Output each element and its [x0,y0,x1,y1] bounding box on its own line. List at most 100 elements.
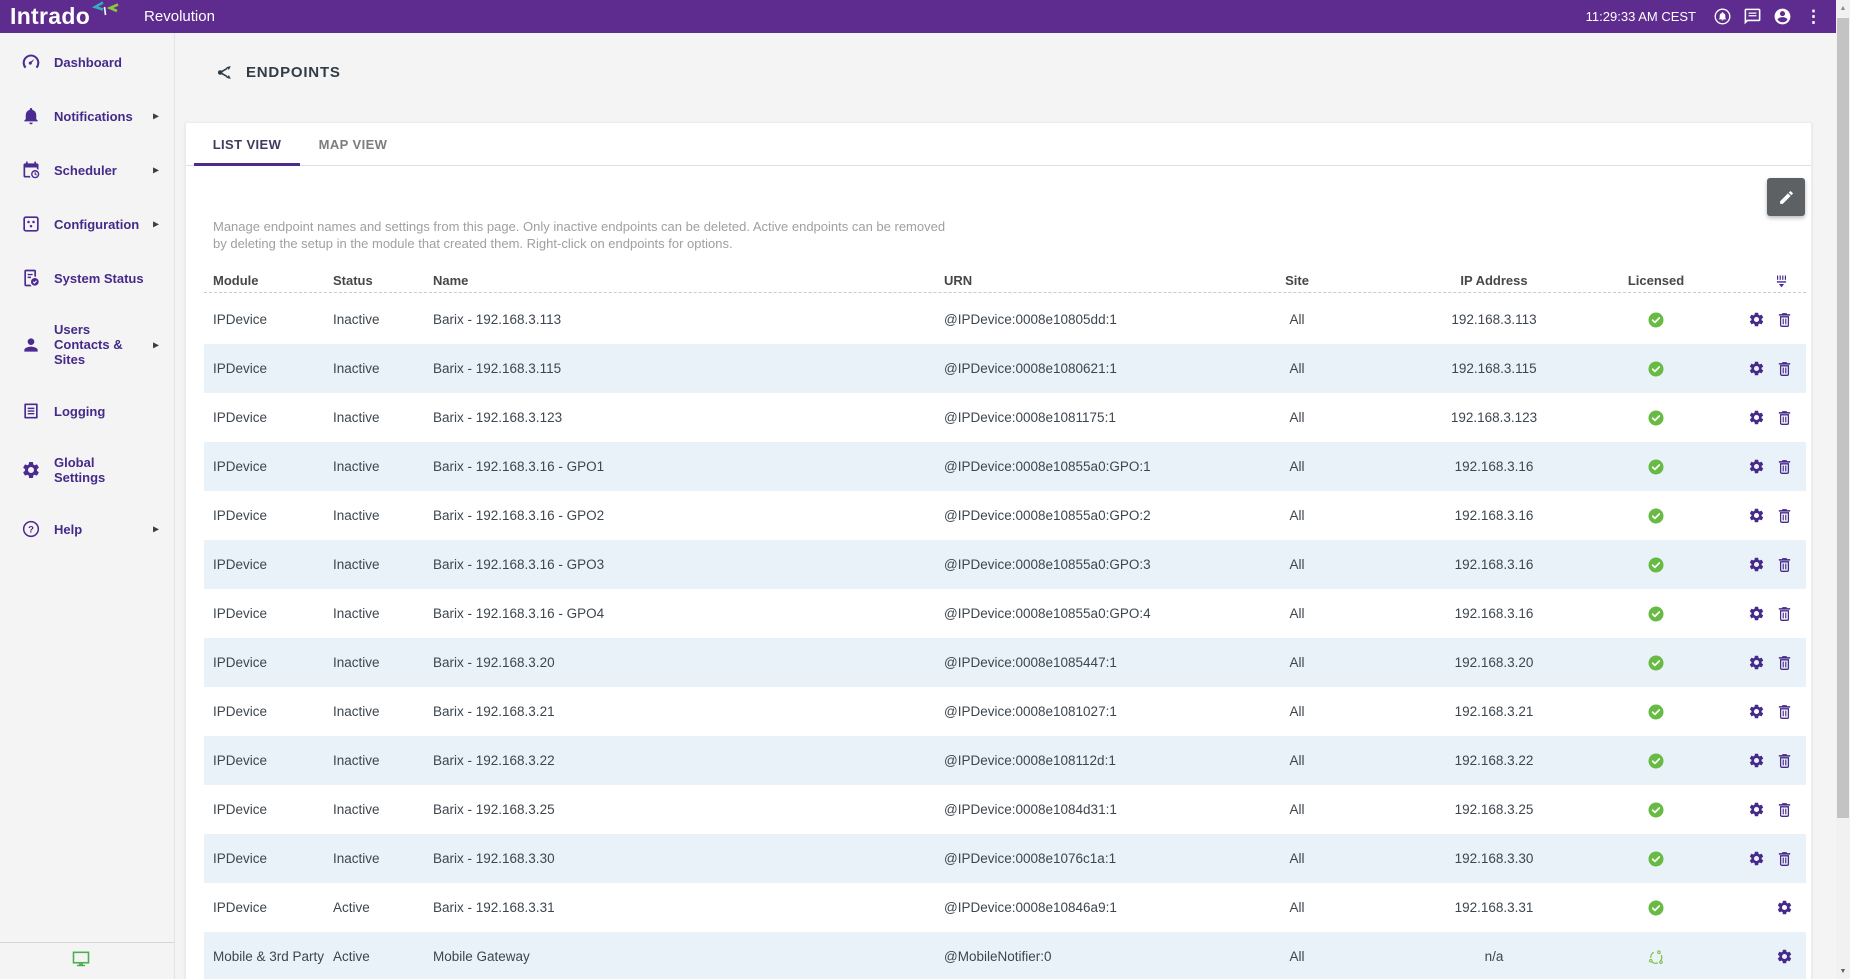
delete-trash-icon[interactable] [1776,850,1793,867]
settings-gear-icon[interactable] [1748,360,1765,377]
cell-module: IPDevice [204,802,333,818]
account-icon[interactable] [1773,7,1792,26]
column-header-urn[interactable]: URN [944,271,1197,291]
delete-trash-icon[interactable] [1776,703,1793,720]
sidebar-item-configuration[interactable]: Configuration ▸ [0,197,174,251]
column-header-site[interactable]: Site [1197,271,1397,291]
delete-trash-icon[interactable] [1776,605,1793,622]
alarm-icon[interactable] [1713,7,1732,26]
sidebar-item-label: Global Settings [54,455,148,485]
scrollbar-thumb[interactable] [1837,18,1849,818]
sidebar-item-label: System Status [54,271,144,286]
settings-gear-icon[interactable] [1748,703,1765,720]
cell-licensed [1591,311,1721,329]
settings-gear-icon[interactable] [1776,948,1793,965]
sidebar-item-global-settings[interactable]: Global Settings [0,438,174,502]
delete-trash-icon[interactable] [1776,752,1793,769]
table-row[interactable]: IPDevice Inactive Barix - 192.168.3.16 -… [204,589,1806,638]
feedback-icon[interactable] [1743,7,1762,26]
intrado-logo[interactable]: Intrado [10,0,120,33]
cell-name: Barix - 192.168.3.16 - GPO2 [433,508,944,523]
settings-gear-icon[interactable] [1748,850,1765,867]
delete-trash-icon[interactable] [1776,311,1793,328]
column-picker-icon[interactable] [1773,273,1790,290]
sidebar-item-label: Help [54,522,82,537]
sidebar-item-scheduler[interactable]: Scheduler ▸ [0,143,174,197]
cell-licensed [1591,458,1721,476]
sidebar-nav: Dashboard Notifications ▸ Scheduler ▸ Co… [0,33,174,556]
table-row[interactable]: IPDevice Inactive Barix - 192.168.3.30 @… [204,834,1806,883]
cell-status: Inactive [333,704,433,719]
table-row[interactable]: Mobile & 3rd Party Active Mobile Gateway… [204,932,1806,979]
settings-gear-icon[interactable] [1748,605,1765,622]
settings-gear-icon[interactable] [1776,899,1793,916]
cell-status: Inactive [333,312,433,327]
column-header-ip[interactable]: IP Address [1397,271,1591,291]
settings-gear-icon[interactable] [1748,507,1765,524]
delete-trash-icon[interactable] [1776,507,1793,524]
cell-site: All [1197,900,1397,915]
cell-status: Active [333,900,433,915]
settings-gear-icon[interactable] [1748,752,1765,769]
cell-name: Barix - 192.168.3.16 - GPO1 [433,459,944,474]
tab-map-view[interactable]: MAP VIEW [300,123,406,165]
settings-gear-icon[interactable] [1748,654,1765,671]
table-row[interactable]: IPDevice Active Barix - 192.168.3.31 @IP… [204,883,1806,932]
sidebar-divider [0,942,174,943]
table-row[interactable]: IPDevice Inactive Barix - 192.168.3.21 @… [204,687,1806,736]
description-line-2: by deleting the setup in the module that… [213,236,945,253]
delete-trash-icon[interactable] [1776,556,1793,573]
table-row[interactable]: IPDevice Inactive Barix - 192.168.3.16 -… [204,442,1806,491]
delete-trash-icon[interactable] [1776,801,1793,818]
share-icon [216,63,235,82]
licensed-status-icon [1647,409,1665,427]
cell-urn: @IPDevice:0008e10805dd:1 [944,312,1197,327]
sidebar-item-icon [21,460,41,480]
table-row[interactable]: IPDevice Inactive Barix - 192.168.3.20 @… [204,638,1806,687]
settings-gear-icon[interactable] [1748,458,1765,475]
monitor-icon[interactable] [70,949,92,969]
licensed-status-icon [1647,360,1665,378]
tab-label: MAP VIEW [319,137,388,152]
table-row[interactable]: IPDevice Inactive Barix - 192.168.3.16 -… [204,540,1806,589]
delete-trash-icon[interactable] [1776,409,1793,426]
sidebar-item-icon [21,519,41,539]
cell-licensed [1591,556,1721,574]
page-header: ENDPOINTS [216,63,341,82]
settings-gear-icon[interactable] [1748,311,1765,328]
scrollbar-up-arrow-icon[interactable]: ▲ [1836,0,1850,16]
cell-licensed [1591,948,1721,966]
settings-gear-icon[interactable] [1748,409,1765,426]
table-row[interactable]: IPDevice Inactive Barix - 192.168.3.22 @… [204,736,1806,785]
table-row[interactable]: IPDevice Inactive Barix - 192.168.3.16 -… [204,491,1806,540]
table-row[interactable]: IPDevice Inactive Barix - 192.168.3.123 … [204,393,1806,442]
settings-gear-icon[interactable] [1748,801,1765,818]
cell-status: Inactive [333,557,433,572]
cell-urn: @IPDevice:0008e10855a0:GPO:3 [944,557,1197,572]
table-row[interactable]: IPDevice Inactive Barix - 192.168.3.115 … [204,344,1806,393]
sidebar-item-dashboard[interactable]: Dashboard [0,35,174,89]
sidebar-item-notifications[interactable]: Notifications ▸ [0,89,174,143]
column-header-licensed[interactable]: Licensed [1591,271,1721,291]
delete-trash-icon[interactable] [1776,360,1793,377]
delete-trash-icon[interactable] [1776,654,1793,671]
column-header-name[interactable]: Name [433,271,944,291]
column-header-status[interactable]: Status [333,271,433,291]
licensed-status-icon [1647,458,1665,476]
table-row[interactable]: IPDevice Inactive Barix - 192.168.3.25 @… [204,785,1806,834]
scrollbar-down-arrow-icon[interactable]: ▼ [1836,963,1850,979]
tab-list-view[interactable]: LIST VIEW [194,123,300,165]
sidebar-item-system-status[interactable]: System Status [0,251,174,305]
page-scrollbar[interactable]: ▲ ▼ [1836,0,1850,979]
delete-trash-icon[interactable] [1776,458,1793,475]
table-row[interactable]: IPDevice Inactive Barix - 192.168.3.113 … [204,295,1806,344]
settings-gear-icon[interactable] [1748,556,1765,573]
overflow-menu-icon[interactable]: ⋮ [1803,7,1824,26]
cell-site: All [1197,557,1397,572]
sidebar-item-users-contacts-sites[interactable]: Users Contacts & Sites ▸ [0,305,174,384]
sidebar-item-help[interactable]: Help ▸ [0,502,174,556]
sidebar-item-logging[interactable]: Logging [0,384,174,438]
column-header-module[interactable]: Module [204,271,333,291]
cell-name: Barix - 192.168.3.16 - GPO4 [433,606,944,621]
edit-button[interactable] [1767,178,1805,216]
